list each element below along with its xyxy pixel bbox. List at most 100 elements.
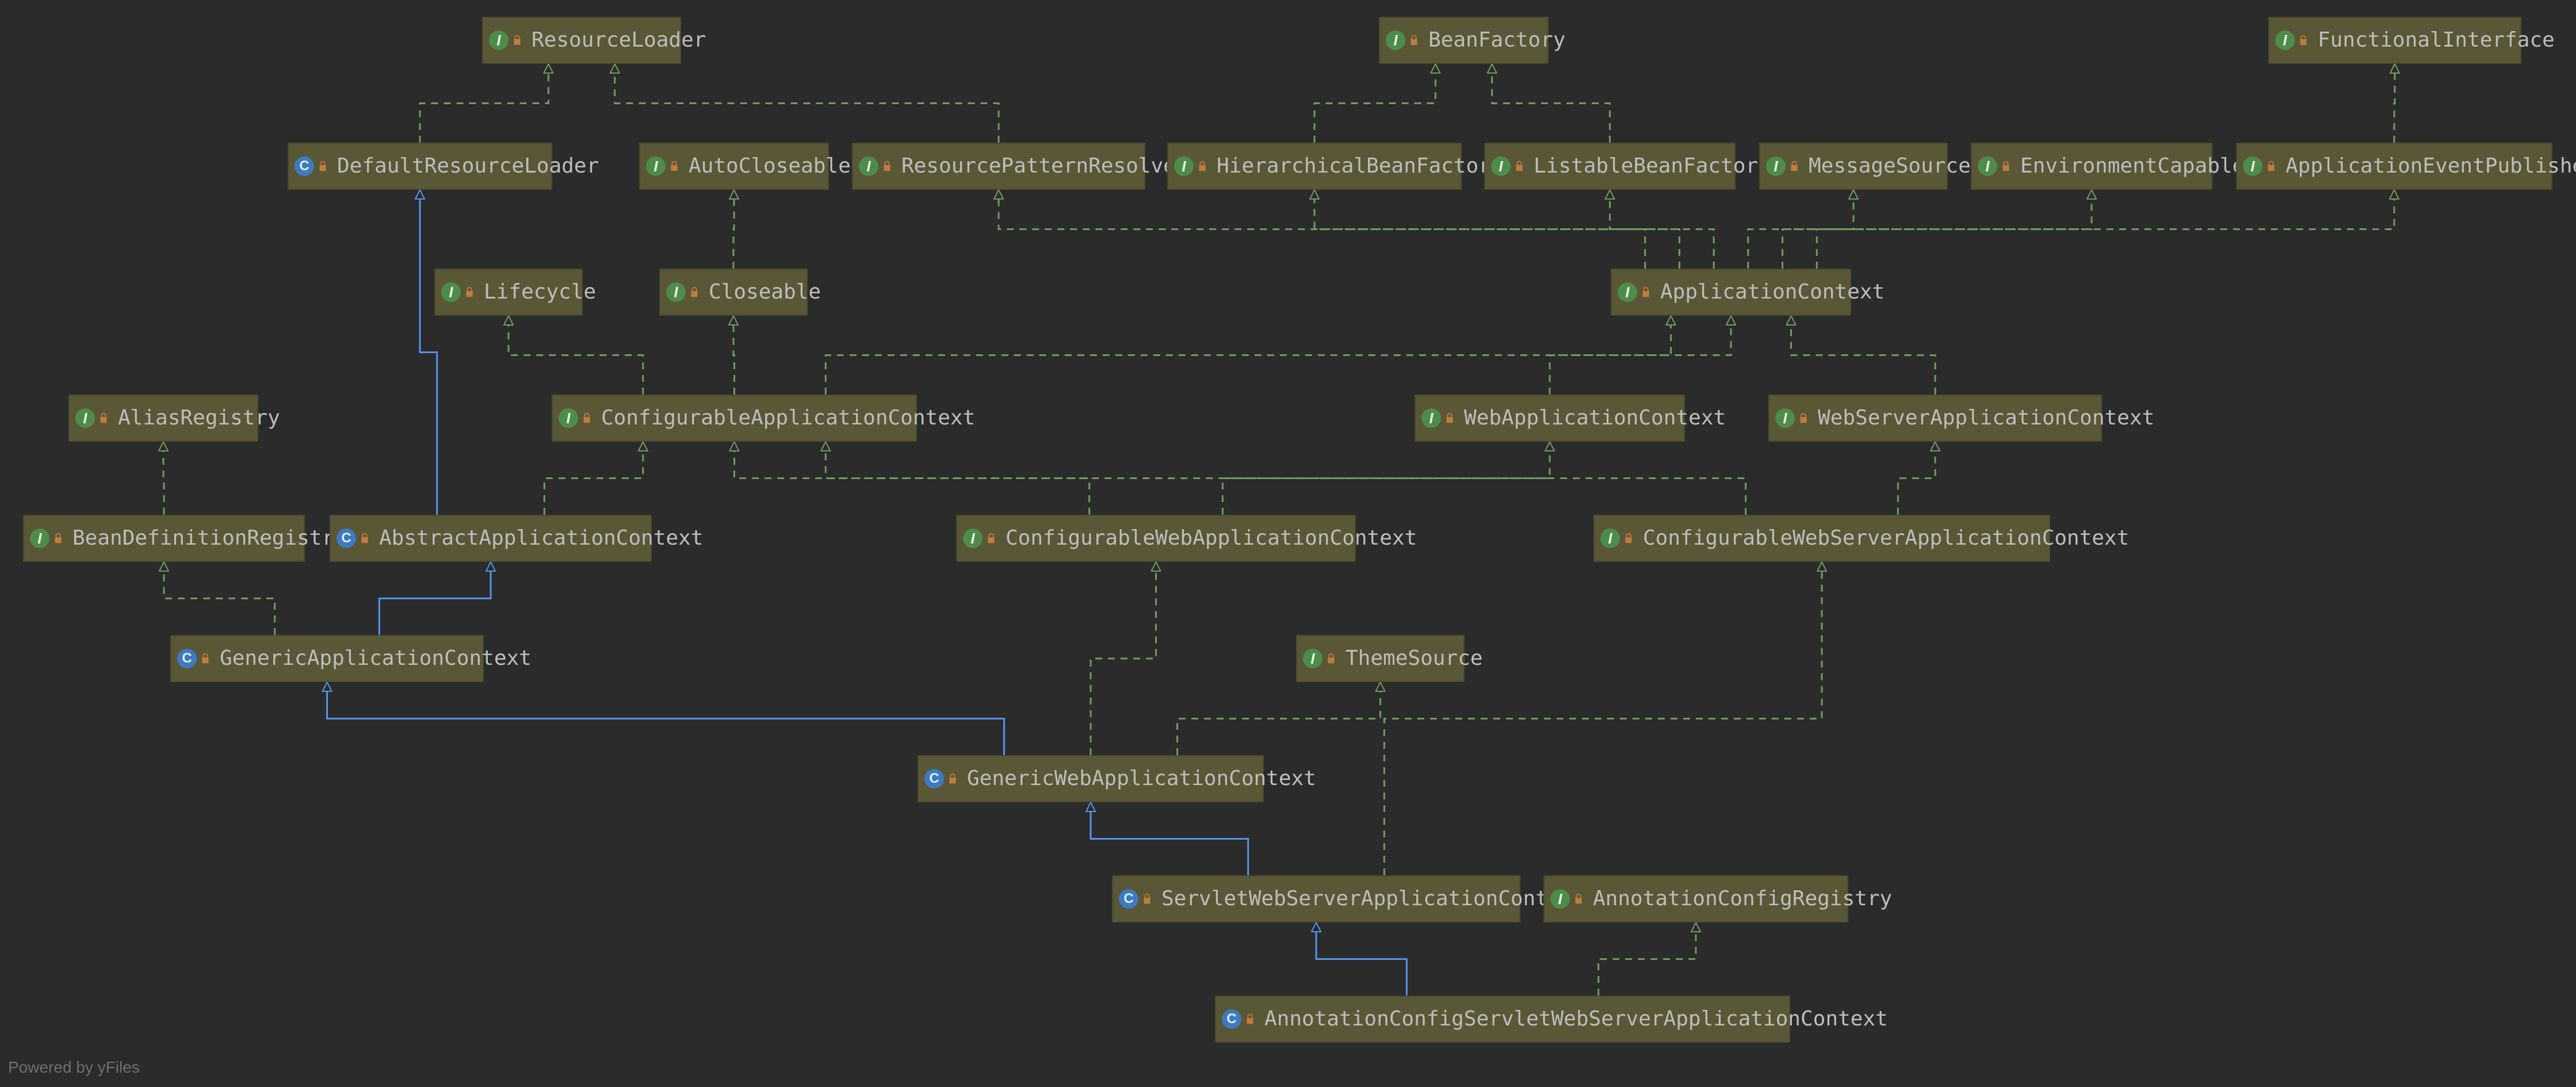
edge-implements — [509, 316, 643, 395]
lock-icon — [52, 532, 64, 545]
node-label: ConfigurableWebApplicationContext — [1006, 528, 1417, 549]
node-icons: I — [963, 529, 997, 548]
uml-node-AbstractApplicationContext[interactable]: CAbstractApplicationContext — [330, 515, 652, 562]
edge-implements — [164, 562, 275, 635]
uml-node-EnvironmentCapable[interactable]: IEnvironmentCapable — [1971, 143, 2212, 190]
node-icons: I — [1978, 156, 2012, 176]
node-icons: I — [1618, 282, 1652, 302]
edge-implements — [1091, 562, 1156, 755]
lock-icon — [1797, 412, 1810, 424]
interface-icon: I — [2275, 30, 2295, 50]
edge-implements — [733, 316, 735, 395]
uml-node-AnnotationConfigRegistry[interactable]: IAnnotationConfigRegistry — [1543, 875, 1848, 923]
node-icons: I — [75, 408, 110, 428]
interface-icon: I — [30, 529, 49, 548]
node-icons: I — [666, 282, 701, 302]
interface-icon: I — [1491, 156, 1511, 176]
lock-icon — [199, 652, 212, 665]
lock-icon — [1443, 412, 1456, 424]
interface-icon: I — [1618, 282, 1637, 302]
edge-implements — [1222, 442, 1550, 515]
class-icon: C — [924, 769, 944, 789]
uml-node-ConfigurableWebApplicationContext[interactable]: IConfigurableWebApplicationContext — [956, 515, 1356, 562]
uml-node-MessageSource[interactable]: IMessageSource — [1759, 143, 1948, 190]
uml-node-AliasRegistry[interactable]: IAliasRegistry — [68, 395, 258, 442]
lock-icon — [2297, 34, 2310, 47]
node-icons: I — [441, 282, 476, 302]
interface-icon: I — [1550, 889, 1570, 909]
uml-node-AutoCloseable[interactable]: IAutoCloseable — [639, 143, 829, 190]
node-icons: I — [1421, 408, 1456, 428]
node-icons: C — [177, 649, 212, 668]
node-icons: I — [1174, 156, 1209, 176]
class-icon: C — [295, 156, 314, 176]
uml-node-DefaultResourceLoader[interactable]: CDefaultResourceLoader — [288, 143, 552, 190]
uml-node-ApplicationEventPublisher[interactable]: IApplicationEventPublisher — [2236, 143, 2552, 190]
lock-icon — [511, 34, 523, 47]
node-label: ResourceLoader — [532, 30, 706, 51]
uml-node-ResourcePatternResolver[interactable]: IResourcePatternResolver — [852, 143, 1145, 190]
node-icons: C — [295, 156, 329, 176]
node-label: BeanFactory — [1428, 30, 1565, 51]
interface-icon: I — [1766, 156, 1786, 176]
edge-implements — [1314, 190, 1679, 269]
uml-node-ServletWebServerApplicationContext[interactable]: CServletWebServerApplicationContext — [1112, 875, 1520, 923]
uml-node-AnnotationConfigServletWebServerApplicationContext[interactable]: CAnnotationConfigServletWebServerApplica… — [1215, 996, 1790, 1043]
node-label: ThemeSource — [1346, 648, 1482, 669]
uml-node-WebApplicationContext[interactable]: IWebApplicationContext — [1415, 395, 1685, 442]
node-label: AutoCloseable — [689, 156, 851, 177]
diagram-canvas[interactable]: IResourceLoaderIBeanFactoryIFunctionalIn… — [0, 0, 2576, 1087]
uml-node-ConfigurableWebServerApplicationContext[interactable]: IConfigurableWebServerApplicationContext — [1593, 515, 2050, 562]
node-label: AnnotationConfigRegistry — [1593, 889, 1892, 909]
node-label: ApplicationEventPublisher — [2285, 156, 2576, 177]
node-label: Closeable — [709, 282, 821, 303]
interface-icon: I — [1386, 30, 1405, 50]
lock-icon — [1513, 160, 1526, 173]
node-icons: C — [1119, 889, 1153, 909]
uml-node-GenericWebApplicationContext[interactable]: CGenericWebApplicationContext — [918, 755, 1264, 802]
node-icons: I — [1550, 889, 1585, 909]
edge-implements — [1599, 923, 1696, 996]
node-label: MessageSource — [1809, 156, 1971, 177]
node-icons: I — [559, 408, 593, 428]
interface-icon: I — [489, 30, 509, 50]
node-icons: C — [1222, 1009, 1256, 1029]
uml-node-FunctionalInterface[interactable]: IFunctionalInterface — [2268, 17, 2521, 64]
interface-icon: I — [646, 156, 666, 176]
interface-icon: I — [859, 156, 878, 176]
uml-node-ThemeSource[interactable]: IThemeSource — [1296, 635, 1465, 682]
uml-node-GenericApplicationContext[interactable]: CGenericApplicationContext — [170, 635, 484, 682]
powered-by-label: Powered by yFiles — [8, 1058, 140, 1077]
uml-node-ApplicationContext[interactable]: IApplicationContext — [1611, 269, 1851, 316]
uml-node-HierarchicalBeanFactory[interactable]: IHierarchicalBeanFactory — [1167, 143, 1462, 190]
lock-icon — [1408, 34, 1420, 47]
node-icons: C — [924, 769, 959, 789]
lock-icon — [1639, 286, 1652, 298]
interface-icon: I — [1978, 156, 1997, 176]
node-icons: I — [2275, 30, 2310, 50]
uml-node-BeanFactory[interactable]: IBeanFactory — [1379, 17, 1549, 64]
uml-node-Lifecycle[interactable]: ILifecycle — [434, 269, 583, 316]
edge-implements — [1178, 682, 1381, 755]
uml-node-Closeable[interactable]: ICloseable — [659, 269, 808, 316]
uml-node-ResourceLoader[interactable]: IResourceLoader — [482, 17, 681, 64]
lock-icon — [1325, 652, 1337, 665]
edge-implements — [825, 442, 1745, 515]
uml-node-BeanDefinitionRegistry[interactable]: IBeanDefinitionRegistry — [23, 515, 305, 562]
uml-node-WebServerApplicationContext[interactable]: IWebServerApplicationContext — [1768, 395, 2102, 442]
uml-node-ListableBeanFactory[interactable]: IListableBeanFactory — [1484, 143, 1736, 190]
node-label: Lifecycle — [484, 282, 596, 303]
edge-implements — [163, 442, 164, 515]
interface-icon: I — [441, 282, 461, 302]
uml-node-ConfigurableApplicationContext[interactable]: IConfigurableApplicationContext — [552, 395, 917, 442]
interface-icon: I — [963, 529, 983, 548]
lock-icon — [2265, 160, 2277, 173]
interface-icon: I — [1600, 529, 1620, 548]
edge-implements — [420, 64, 548, 143]
node-icons: I — [1491, 156, 1526, 176]
lock-icon — [316, 160, 329, 173]
node-icons: I — [1766, 156, 1801, 176]
edge-extends — [420, 190, 437, 515]
interface-icon: I — [1421, 408, 1441, 428]
node-label: ListableBeanFactory — [1534, 156, 1771, 177]
